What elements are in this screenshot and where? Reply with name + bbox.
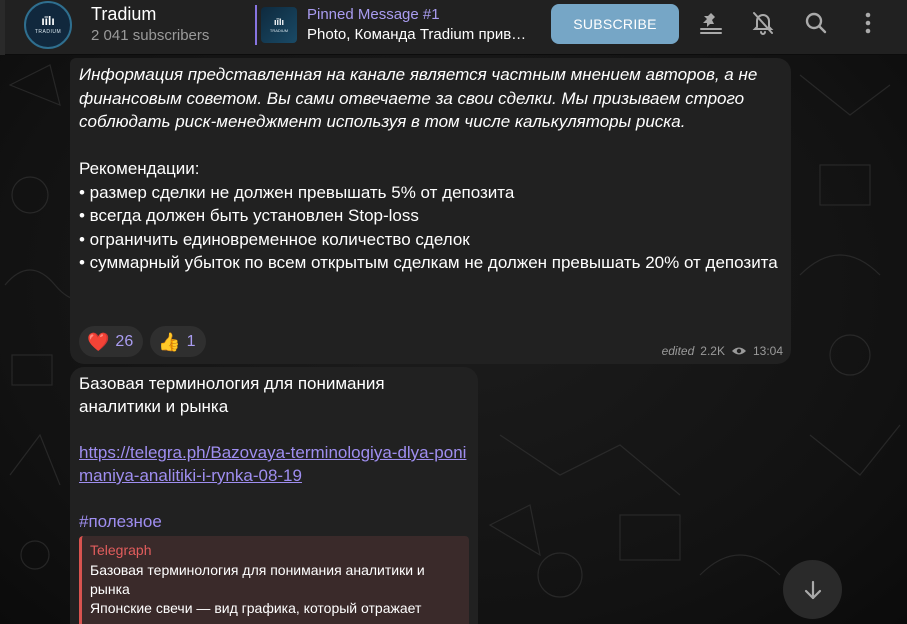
telegraph-link[interactable]: https://telegra.ph/Bazovaya-terminologiy… [79,441,469,487]
chat-header: ıīlı TRADIUM Tradium 2 041 subscribers ı… [5,0,907,55]
view-count: 2.2K [700,344,725,358]
reaction-count: 1 [186,332,196,350]
reaction-thumbs-up[interactable]: 👍 1 [150,326,206,357]
thumbs-up-icon: 👍 [158,331,181,352]
pinned-thumbnail: ıīlı TRADIUM [261,7,297,43]
recommendation-item: • суммарный убыток по всем открытым сдел… [79,253,778,272]
recommendation-item: • ограничить единовременное количество с… [79,229,470,249]
message-title: Базовая терминология для понимания анали… [79,374,385,416]
edited-label: edited [661,344,695,358]
pinned-thumb-logo-mark: ıīlı [273,16,284,27]
message-text: Информация представленная на канале явля… [79,63,779,275]
reaction-count: 26 [115,332,134,350]
recommendations-heading: Рекомендации: [79,159,200,178]
pinned-message-bar[interactable]: ıīlı TRADIUM Pinned Message #1 Photo, Ко… [255,5,535,45]
preview-title: Базовая терминология для понимания анали… [90,562,425,597]
pinned-label: Pinned Message #1 [307,6,440,23]
message-bubble-disclaimer[interactable]: Информация представленная на канале явля… [70,58,791,364]
eye-icon [731,347,746,355]
recommendation-item: • всегда должен быть установлен Stop-los… [79,206,419,225]
reactions-row: ❤️ 26 👍 1 [79,326,206,358]
scroll-to-bottom-button[interactable] [783,560,842,619]
mute-bell-icon[interactable] [750,10,776,36]
hashtag-link[interactable]: #полезное [79,510,162,533]
heart-icon: ❤️ [87,331,110,352]
more-vertical-icon[interactable] [855,10,881,36]
preview-site-name: Telegraph [90,542,152,558]
channel-title[interactable]: Tradium [91,4,156,25]
avatar-logo-mark: ıīlı [41,14,55,28]
avatar-logo-text: TRADIUM [34,29,62,35]
pin-list-icon[interactable] [698,10,724,36]
message-time: 13:04 [752,344,783,358]
channel-avatar[interactable]: ıīlı TRADIUM [24,1,72,49]
message-bubble-terminology[interactable]: Базовая терминология для понимания анали… [70,367,478,624]
search-icon[interactable] [803,10,829,36]
disclaimer-text: Информация представленная на канале явля… [79,65,758,131]
pinned-text: Photo, Команда Tradium приветствует [307,26,533,43]
reaction-heart[interactable]: ❤️ 26 [79,326,144,357]
subscriber-count: 2 041 subscribers [91,27,210,44]
subscribe-button[interactable]: SUBSCRIBE [551,4,679,44]
arrow-down-icon [804,580,821,599]
message-meta: edited 2.2K 13:04 [662,344,783,358]
pinned-thumb-logo-text: TRADIUM [269,27,289,33]
recommendation-item: • размер сделки не должен превышать 5% о… [79,182,515,202]
pinned-indicator-bar [255,5,257,45]
preview-description: Японские свечи — вид графика, который от… [90,600,422,616]
link-preview[interactable]: Telegraph Базовая терминология для поним… [79,536,469,624]
